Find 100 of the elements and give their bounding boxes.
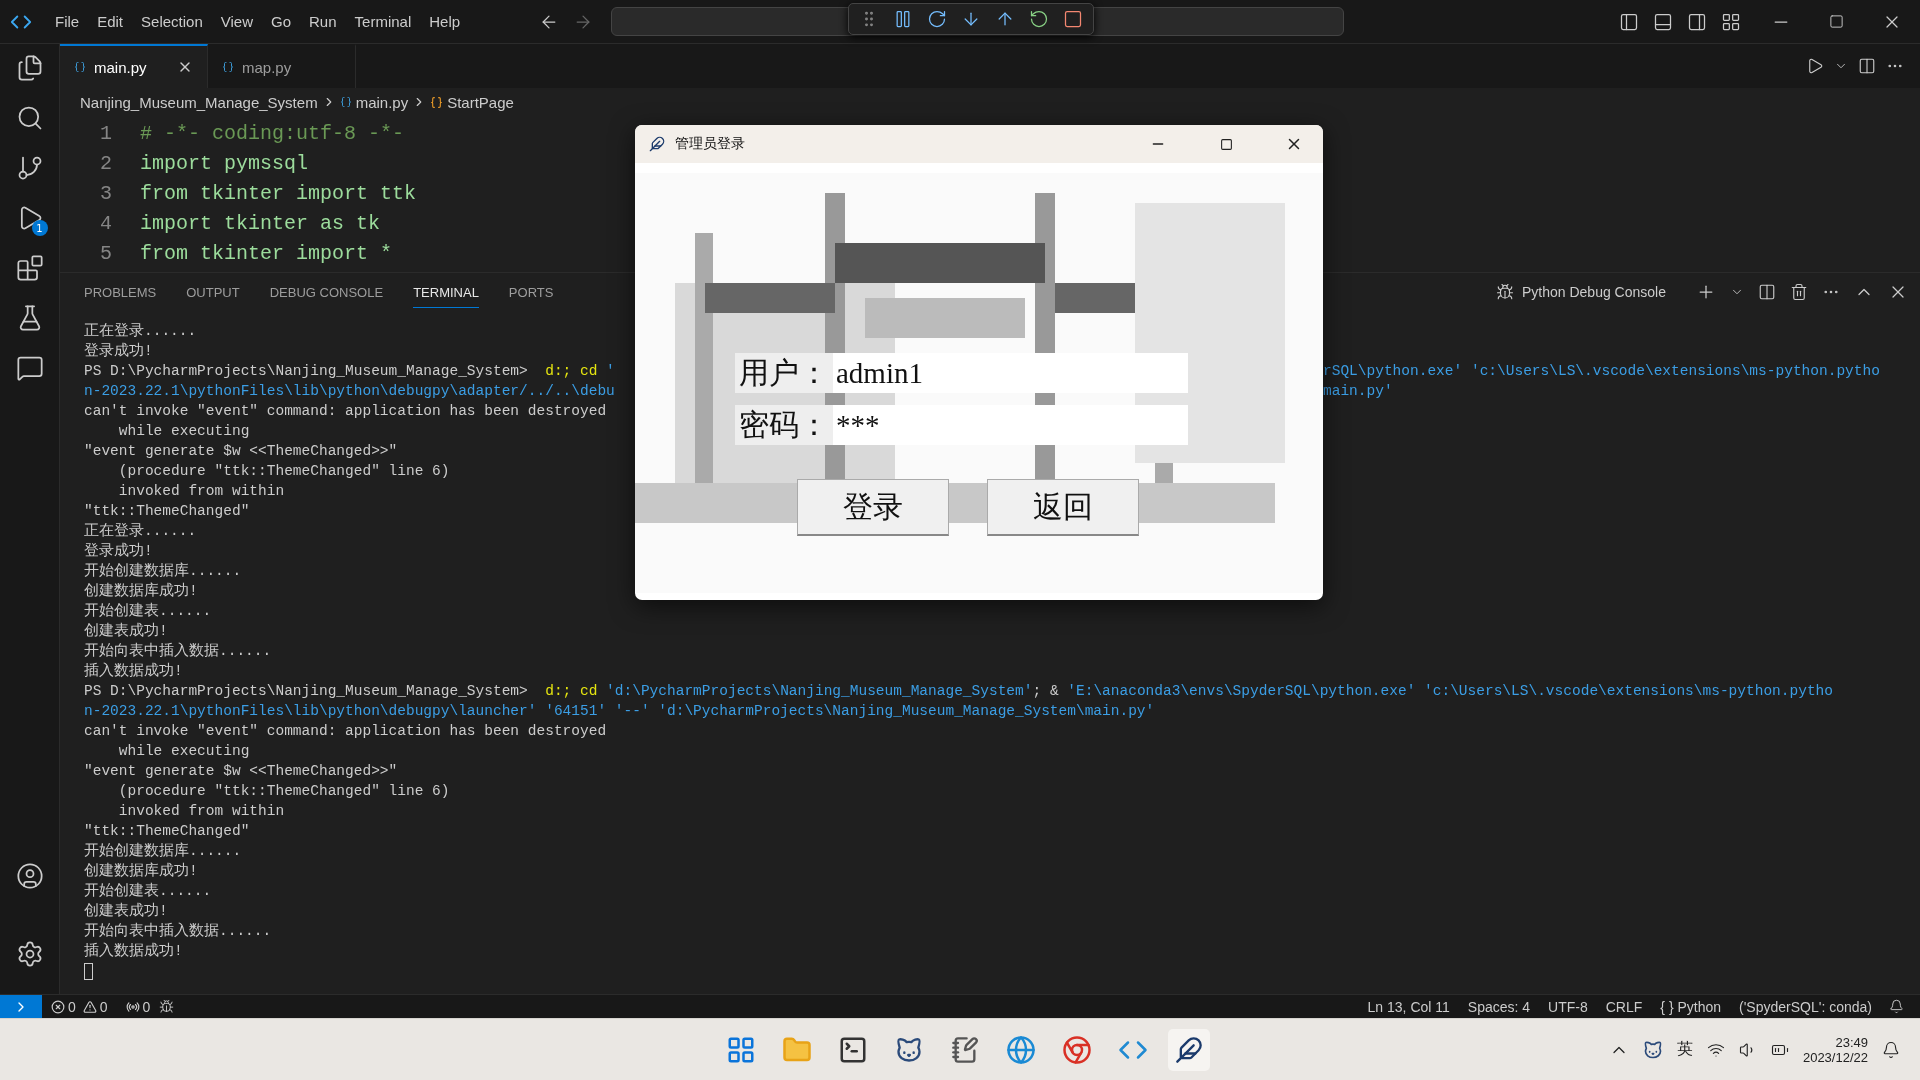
clock[interactable]: 23:49 2023/12/22 — [1802, 1034, 1868, 1065]
terminal-text: 开始创建数据库...... — [84, 841, 242, 861]
terminal-text: 开始向表中插入数据...... — [84, 641, 272, 661]
terminal-text: 创建数据库成功! — [84, 861, 198, 881]
status-item[interactable]: ('SpyderSQL': conda) — [1730, 998, 1881, 1015]
terminal-text: "event generate $w <<ThemeChanged>>" — [84, 442, 398, 461]
status-item[interactable]: UTF-8 — [1539, 998, 1597, 1015]
trash-icon[interactable] — [1790, 283, 1808, 301]
breadcrumb-item[interactable]: main.py — [355, 93, 409, 111]
status-item[interactable]: { } Python — [1651, 998, 1731, 1015]
menu-item[interactable]: Selection — [132, 13, 212, 30]
toggle-sidebar-icon[interactable] — [1619, 11, 1639, 32]
panel-tab[interactable]: PORTS — [508, 276, 554, 308]
panel-tab[interactable]: DEBUG CONSOLE — [269, 276, 384, 308]
code-line: from tkinter import ttk — [140, 181, 417, 205]
terminal-name[interactable]: Python Debug Console — [1522, 284, 1666, 300]
status-item[interactable]: Spaces: 4 — [1458, 998, 1540, 1015]
dialog-button[interactable]: 登录 — [797, 479, 949, 536]
menu-item[interactable]: Terminal — [345, 13, 421, 30]
terminal-text: ; & — [1032, 682, 1060, 701]
field-label: 用户： — [735, 353, 833, 393]
panel-tab[interactable]: TERMINAL — [413, 276, 479, 308]
input-field[interactable]: admin1 — [833, 353, 1188, 393]
split-editor-icon[interactable] — [1858, 57, 1876, 75]
ports-icon[interactable] — [125, 999, 140, 1014]
dialog-title: 管理员登录 — [675, 135, 746, 153]
notification-bell-icon[interactable] — [1882, 1040, 1900, 1059]
menu-item[interactable]: Go — [262, 13, 300, 30]
panel-tab[interactable]: PROBLEMS — [84, 276, 157, 308]
code-line: # -*- coding:utf-8 -*- — [140, 121, 405, 145]
terminal-text: invoked from within — [117, 802, 285, 821]
step-over-icon[interactable] — [927, 9, 947, 29]
menu-item[interactable]: Edit — [88, 13, 133, 30]
warning-count[interactable]: 0 — [99, 998, 108, 1015]
terminal-text: ' — [606, 362, 615, 381]
terminal-text: 正在登录...... — [84, 522, 197, 541]
terminal-text: (procedure "ttk::ThemeChanged" line 6) — [117, 462, 450, 481]
terminal-text: 创建数据库成功! — [84, 581, 198, 601]
error-icon[interactable] — [51, 999, 65, 1014]
terminal-text: "event generate $w <<ThemeChanged>>" — [84, 762, 398, 781]
terminal-text: 开始创建表...... — [84, 601, 212, 621]
notifications-icon[interactable] — [1889, 999, 1904, 1014]
terminal-text: while executing — [117, 742, 250, 761]
terminal-text: d:; cd — [545, 362, 599, 381]
warning-icon[interactable] — [82, 999, 97, 1014]
panel-tab[interactable]: OUTPUT — [186, 276, 240, 308]
layout-icon[interactable] — [1721, 11, 1741, 32]
status-item[interactable]: Ln 13, Col 11 — [1358, 998, 1459, 1015]
terminal-text: 正在登录...... — [84, 322, 197, 341]
ports-count[interactable]: 0 — [142, 998, 151, 1015]
run-icon[interactable] — [1806, 57, 1824, 75]
restart-icon[interactable] — [1029, 9, 1049, 29]
error-count[interactable]: 0 — [68, 998, 76, 1015]
menu-item[interactable]: File — [46, 13, 89, 30]
debug-badge: 1 — [31, 220, 48, 236]
status-item[interactable]: CRLF — [1596, 998, 1652, 1015]
line-number: 3 — [99, 181, 113, 205]
code-line: import pymssql — [140, 151, 309, 175]
menu-item[interactable]: View — [211, 13, 262, 30]
line-number: 1 — [99, 121, 113, 145]
chat-icon[interactable] — [15, 354, 44, 382]
split-terminal-icon[interactable] — [1758, 283, 1776, 301]
terminal-text: 'd:\PycharmProjects\Nanjing_Museum_Manage_System' — [606, 682, 1033, 701]
toggle-secondary-sidebar-icon[interactable] — [1687, 11, 1707, 32]
line-number: 2 — [99, 151, 113, 175]
toggle-panel-icon[interactable] — [1653, 11, 1673, 32]
field-label: 密码： — [735, 405, 833, 445]
terminal-text: 'E:\anaconda3\envs\SpyderSQL\python.exe' 'c:\Users\LS\.vscode\extensions\ms-python.pytho — [1067, 682, 1834, 701]
remote-button[interactable] — [0, 994, 42, 1019]
code-line: from tkinter import * — [140, 241, 393, 265]
line-number: 5 — [99, 241, 113, 265]
editor-tab[interactable]: main.py — [60, 44, 208, 88]
cat-icon[interactable] — [1642, 1039, 1663, 1060]
breadcrumb-item[interactable]: StartPage — [447, 93, 514, 111]
feather-icon — [649, 136, 665, 152]
terminal-cursor — [84, 963, 93, 980]
terminal-text: 登录成功! — [84, 341, 153, 361]
bug-icon[interactable] — [1496, 283, 1514, 301]
feather-icon[interactable] — [1168, 1029, 1210, 1071]
terminal-text: can't invoke "event" command: application has been destroyed — [84, 722, 607, 741]
terminal-text: PS D:\PycharmProjects\Nanjing_Museum_Manage_System> — [84, 362, 529, 381]
terminal-text: can't invoke "event" command: application has been destroyed — [84, 402, 607, 421]
input-field[interactable]: *** — [833, 405, 1188, 445]
menu-item[interactable]: Help — [420, 13, 470, 30]
debug-launch-icon[interactable] — [159, 999, 175, 1014]
input-method-indicator[interactable]: 英 — [1676, 1039, 1693, 1060]
line-number: 4 — [99, 211, 113, 235]
menu-item[interactable]: Run — [300, 13, 346, 30]
terminal-text: "ttk::ThemeChanged" — [84, 502, 250, 521]
stop-icon[interactable] — [1063, 9, 1083, 29]
dialog-button[interactable]: 返回 — [987, 479, 1139, 536]
terminal-text: 创建表成功! — [84, 621, 168, 641]
account-icon[interactable] — [15, 862, 44, 890]
terminal-text: 开始创建数据库...... — [84, 561, 242, 581]
terminal-text: n-2023.22.1\pythonFiles\lib\python\debugpy\adapter/../..\debu — [84, 382, 615, 401]
terminal-text: (procedure "ttk::ThemeChanged" line 6) — [117, 782, 450, 801]
breadcrumb-item[interactable]: Nanjing_Museum_Manage_System — [80, 93, 318, 111]
terminal-text: 开始向表中插入数据...... — [84, 921, 272, 941]
extensions-icon[interactable] — [15, 254, 44, 282]
terminal-text: 插入数据成功! — [84, 661, 183, 681]
